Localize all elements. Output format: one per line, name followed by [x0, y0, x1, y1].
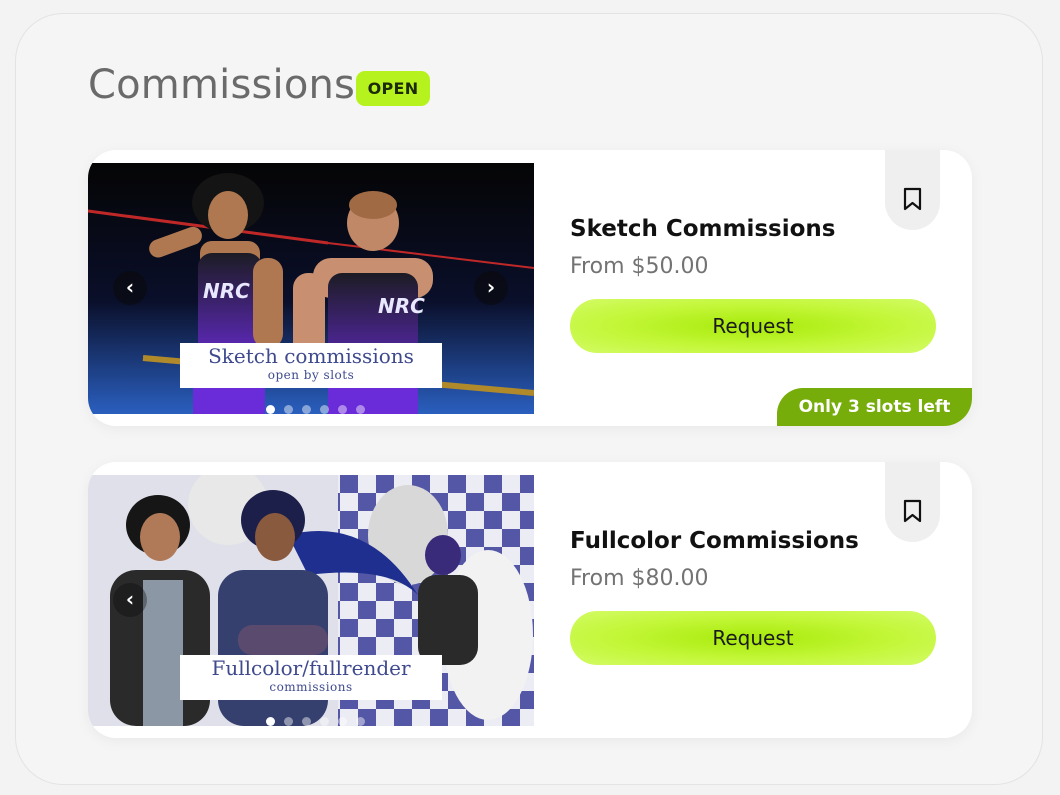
commission-price: From $50.00 [570, 254, 709, 279]
slots-left-badge: Only 3 slots left [777, 388, 972, 426]
image-caption: Fullcolor/fullrender commissions [180, 655, 442, 700]
svg-text:NRC: NRC [203, 279, 250, 303]
carousel-dot[interactable] [356, 405, 365, 414]
request-button[interactable]: Request [570, 611, 936, 665]
carousel-dot[interactable] [356, 717, 365, 726]
bookmark-icon [903, 187, 922, 211]
carousel-prev-button[interactable]: ‹ [113, 583, 147, 617]
carousel-dot[interactable] [266, 717, 275, 726]
commission-card-sketch: NRC NRC Sketch commissions open by slots… [88, 150, 972, 426]
image-caption-subtitle: commissions [269, 680, 353, 694]
carousel-dots [266, 711, 374, 726]
carousel-dot[interactable] [302, 405, 311, 414]
commission-title: Fullcolor Commissions [570, 528, 859, 554]
carousel-dot[interactable] [284, 717, 293, 726]
status-badge: OPEN [356, 71, 430, 106]
image-caption-title: Sketch commissions [208, 344, 414, 368]
bookmark-button[interactable] [885, 150, 940, 230]
commission-title: Sketch Commissions [570, 216, 836, 242]
commission-card-fullcolor: Fullcolor/fullrender commissions ‹ Fullc… [88, 462, 972, 738]
carousel-dots [266, 399, 374, 414]
svg-text:NRC: NRC [378, 294, 425, 318]
carousel-dot[interactable] [284, 405, 293, 414]
request-button[interactable]: Request [570, 299, 936, 353]
bookmark-icon [903, 499, 922, 523]
image-caption: Sketch commissions open by slots [180, 343, 442, 388]
image-caption-title: Fullcolor/fullrender [211, 656, 411, 680]
carousel-prev-button[interactable]: ‹ [113, 271, 147, 305]
carousel-dot[interactable] [320, 405, 329, 414]
commission-image-carousel[interactable]: Fullcolor/fullrender commissions ‹ [88, 475, 534, 726]
carousel-dot[interactable] [338, 405, 347, 414]
page-title: Commissions [88, 62, 356, 108]
carousel-next-button[interactable]: › [474, 271, 508, 305]
image-caption-subtitle: open by slots [267, 368, 355, 382]
commission-image-carousel[interactable]: NRC NRC Sketch commissions open by slots… [88, 163, 534, 414]
carousel-dot[interactable] [338, 717, 347, 726]
commission-price: From $80.00 [570, 566, 709, 591]
carousel-dot[interactable] [302, 717, 311, 726]
carousel-dot[interactable] [320, 717, 329, 726]
bookmark-button[interactable] [885, 462, 940, 542]
carousel-dot[interactable] [266, 405, 275, 414]
